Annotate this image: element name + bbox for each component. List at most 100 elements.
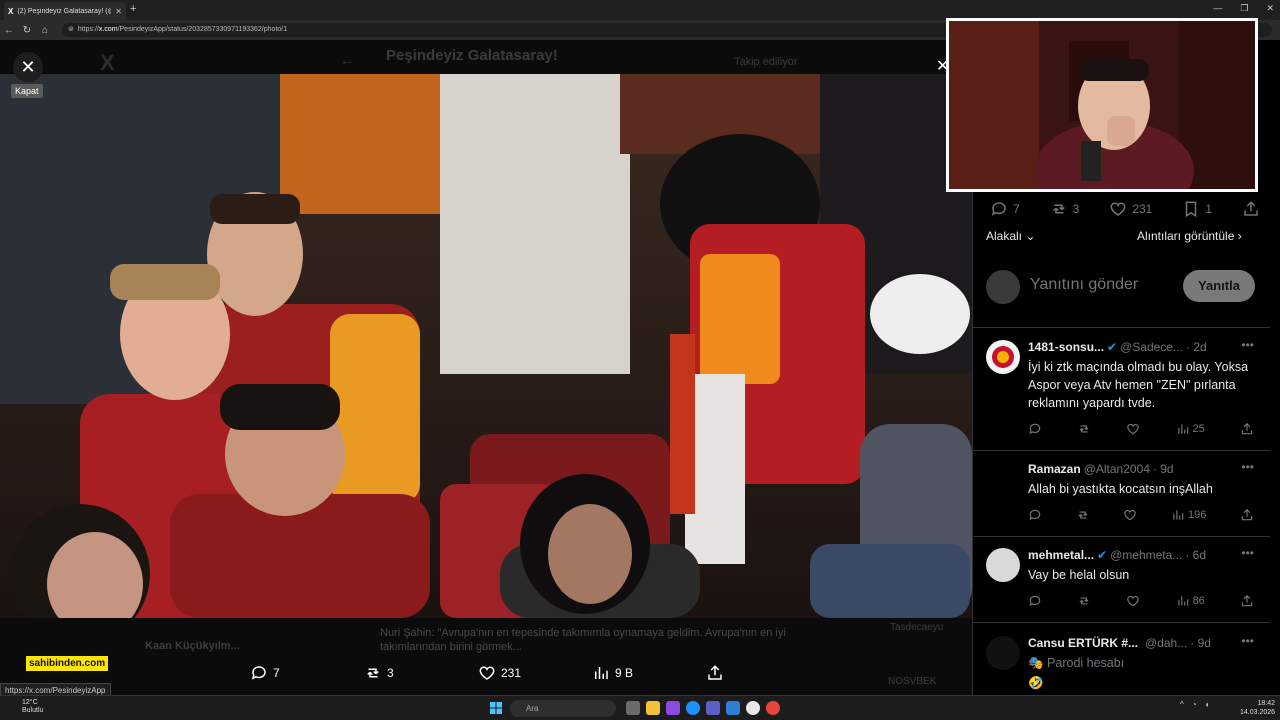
views-icon bbox=[1173, 510, 1184, 520]
app-icon[interactable] bbox=[666, 701, 680, 715]
stat-reposts[interactable]: 3 bbox=[1050, 200, 1079, 218]
avatar[interactable] bbox=[986, 340, 1020, 374]
reply-button[interactable]: Yanıtla bbox=[1183, 270, 1255, 302]
site-info-icon[interactable]: ⊜ bbox=[68, 26, 74, 33]
app-icon[interactable] bbox=[746, 701, 760, 715]
tweet-time: · 9d bbox=[1190, 636, 1211, 650]
more-icon[interactable]: ••• bbox=[1241, 634, 1254, 648]
reply-composer: Yanıtını gönder Yanıtla bbox=[986, 266, 1256, 306]
teams-icon[interactable] bbox=[706, 701, 720, 715]
repost-icon[interactable] bbox=[1077, 422, 1091, 436]
taskbar-search[interactable]: Ara bbox=[510, 700, 616, 717]
stadium-crowd-image bbox=[0, 74, 972, 618]
author-handle: @Sadece... bbox=[1120, 340, 1183, 354]
reply-tweet[interactable]: Cansu ERTÜRK #... @dah... · 9d ••• 🎭 Par… bbox=[986, 634, 1258, 694]
views-action[interactable]: 9 B bbox=[592, 664, 633, 682]
reload-icon[interactable]: ↻ bbox=[18, 25, 36, 36]
reply-input[interactable]: Yanıtını gönder bbox=[1030, 276, 1138, 294]
file-explorer-icon[interactable] bbox=[646, 701, 660, 715]
repost-count: 3 bbox=[387, 666, 394, 680]
tweet-header: mehmetal... ✔ @mehmeta... · 6d bbox=[1028, 548, 1258, 562]
reply-icon[interactable] bbox=[1028, 508, 1042, 522]
clock[interactable]: 18:42 14.03.2026 bbox=[1240, 699, 1275, 717]
window-close-icon[interactable]: ✕ bbox=[1266, 3, 1274, 14]
share-icon[interactable] bbox=[1240, 594, 1254, 608]
author-name[interactable]: mehmetal... bbox=[1028, 548, 1094, 562]
edge-icon[interactable] bbox=[686, 701, 700, 715]
tweet-text: Vay be helal olsun bbox=[1028, 568, 1130, 582]
avatar[interactable] bbox=[986, 462, 1020, 496]
views-button[interactable]: 86 bbox=[1176, 594, 1205, 608]
webcam-overlay bbox=[946, 18, 1258, 192]
author-name[interactable]: Cansu ERTÜRK #... bbox=[1028, 636, 1138, 650]
share-icon bbox=[1244, 201, 1258, 216]
reply-icon[interactable] bbox=[1028, 422, 1042, 436]
task-view-icon[interactable] bbox=[626, 701, 640, 715]
repost-icon[interactable] bbox=[1076, 508, 1090, 522]
minimize-icon[interactable]: — bbox=[1213, 3, 1222, 14]
repost-action[interactable]: 3 bbox=[364, 664, 394, 682]
parody-label: Parodi hesabı bbox=[1047, 656, 1125, 670]
author-name[interactable]: 1481-sonsu... bbox=[1028, 340, 1104, 354]
heart-icon[interactable] bbox=[1126, 422, 1140, 436]
views-button[interactable]: 196 bbox=[1171, 508, 1206, 522]
avatar[interactable] bbox=[986, 548, 1020, 582]
back-icon[interactable]: ← bbox=[0, 25, 18, 36]
weather-temp: 12°C bbox=[22, 699, 38, 706]
stat-share[interactable] bbox=[1242, 200, 1260, 218]
chevron-right-icon: › bbox=[1234, 229, 1242, 243]
chevron-down-icon: ⌄ bbox=[1022, 229, 1036, 243]
share-icon[interactable] bbox=[1240, 422, 1254, 436]
view-quotes-link[interactable]: Alıntıları görüntüle › bbox=[1137, 229, 1242, 243]
webcam-feed-image bbox=[949, 21, 1255, 189]
more-icon[interactable]: ••• bbox=[1241, 460, 1254, 474]
faded-caption: Nuri Şahin: "Avrupa'nın en tepesinde tak… bbox=[380, 627, 786, 653]
verified-icon: ✔ bbox=[1107, 340, 1118, 354]
heart-icon[interactable] bbox=[1123, 508, 1137, 522]
share-icon[interactable] bbox=[1240, 508, 1254, 522]
stat-likes[interactable]: 231 bbox=[1109, 200, 1152, 218]
verified-icon: ✔ bbox=[1097, 548, 1108, 562]
url-path: /PesindeyizApp/status/203285733097119336… bbox=[117, 26, 288, 33]
reply-tweet[interactable]: Ramazan @Altan2004 · 9d ••• Allah bi yas… bbox=[986, 460, 1258, 528]
reply-icon[interactable] bbox=[1028, 594, 1042, 608]
store-icon[interactable] bbox=[726, 701, 740, 715]
tab-close-icon[interactable]: ✕ bbox=[115, 7, 122, 16]
tweet-actions: 86 bbox=[1028, 594, 1254, 608]
divider bbox=[972, 622, 1270, 623]
view-count: 9 B bbox=[615, 666, 634, 680]
home-icon[interactable]: ⌂ bbox=[36, 25, 54, 36]
browser-tab-bar: X (2) Peşindeyiz Galatasaray! (@Peş ✕ + … bbox=[0, 0, 1280, 20]
reply-tweet[interactable]: mehmetal... ✔ @mehmeta... · 6d ••• Vay b… bbox=[986, 546, 1258, 614]
volume-icon[interactable]: ◖ bbox=[1205, 700, 1210, 709]
tweet-time: · 9d bbox=[1152, 462, 1174, 476]
more-icon[interactable]: ••• bbox=[1241, 546, 1254, 560]
more-icon[interactable]: ••• bbox=[1241, 338, 1254, 352]
wifi-icon[interactable]: ◔ bbox=[1192, 700, 1197, 709]
clock-time: 18:42 bbox=[1257, 700, 1276, 707]
browser-tab[interactable]: X (2) Peşindeyiz Galatasaray! (@Peş ✕ bbox=[4, 2, 126, 20]
share-action[interactable] bbox=[706, 664, 724, 682]
post-stats: 7 3 231 1 bbox=[990, 200, 1260, 218]
reply-icon bbox=[251, 666, 266, 680]
reply-action[interactable]: 7 bbox=[250, 664, 280, 682]
sort-dropdown[interactable]: Alakalı ⌄ bbox=[986, 229, 1035, 243]
heart-icon[interactable] bbox=[1126, 594, 1140, 608]
close-photo-button[interactable]: ✕ bbox=[13, 52, 43, 82]
reply-tweet[interactable]: 1481-sonsu... ✔ @Sadece... · 2d ••• İyi … bbox=[986, 338, 1258, 440]
tray-chevron-icon[interactable]: ^ bbox=[1180, 700, 1184, 709]
views-button[interactable]: 25 bbox=[1176, 422, 1205, 436]
weather-widget[interactable]: 12°C Bulutlu bbox=[22, 699, 43, 715]
avatar[interactable] bbox=[986, 636, 1020, 670]
avatar bbox=[986, 270, 1020, 304]
repost-icon[interactable] bbox=[1077, 594, 1091, 608]
stat-replies[interactable]: 7 bbox=[990, 200, 1020, 218]
author-name[interactable]: Ramazan bbox=[1028, 462, 1081, 476]
like-action[interactable]: 231 bbox=[478, 664, 521, 682]
new-tab-button[interactable]: + bbox=[130, 3, 136, 15]
stat-bookmarks[interactable]: 1 bbox=[1182, 200, 1212, 218]
windows-start-icon[interactable] bbox=[490, 702, 502, 714]
tweet-photo[interactable] bbox=[0, 74, 972, 618]
maximize-icon[interactable]: ❐ bbox=[1240, 3, 1248, 14]
chrome-icon[interactable] bbox=[766, 701, 780, 715]
